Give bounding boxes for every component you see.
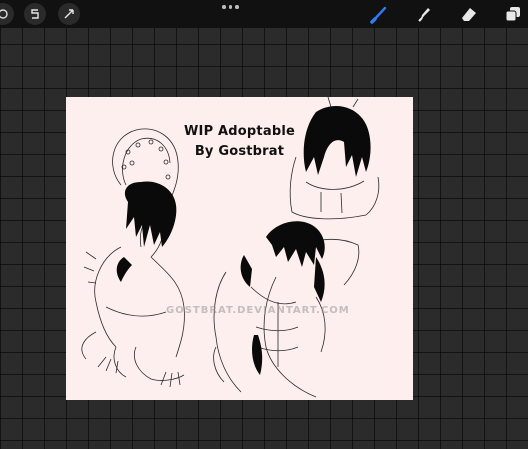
selection-icon <box>31 9 39 19</box>
eraser-icon <box>462 8 476 21</box>
layers-button[interactable] <box>502 3 524 25</box>
transform-button[interactable] <box>58 3 80 25</box>
layers-icon <box>505 7 520 22</box>
brush-button[interactable] <box>368 3 390 25</box>
more-menu-button[interactable] <box>222 2 239 12</box>
brush-icon <box>370 6 387 24</box>
canvas-title-line2: By Gostbrat <box>194 144 285 159</box>
lineart-illustration <box>81 97 380 398</box>
more-dot <box>228 5 232 9</box>
eraser-button[interactable] <box>458 3 480 25</box>
canvas-title-line1: WIP Adoptable <box>184 124 295 139</box>
more-dot <box>235 5 239 9</box>
transform-icon <box>64 9 74 19</box>
watermark-text: GOSTBRAT.DEVIANTART.COM <box>166 305 350 316</box>
adjustments-button[interactable] <box>0 3 14 25</box>
more-dot <box>222 5 226 9</box>
smudge-icon <box>418 8 430 22</box>
adjustments-icon <box>0 9 8 19</box>
drawing-canvas[interactable]: WIP Adoptable By Gostbrat GOSTBRAT.DEVIA… <box>66 97 413 400</box>
smudge-button[interactable] <box>412 3 434 25</box>
top-toolbar <box>0 0 528 28</box>
selection-button[interactable] <box>24 3 46 25</box>
